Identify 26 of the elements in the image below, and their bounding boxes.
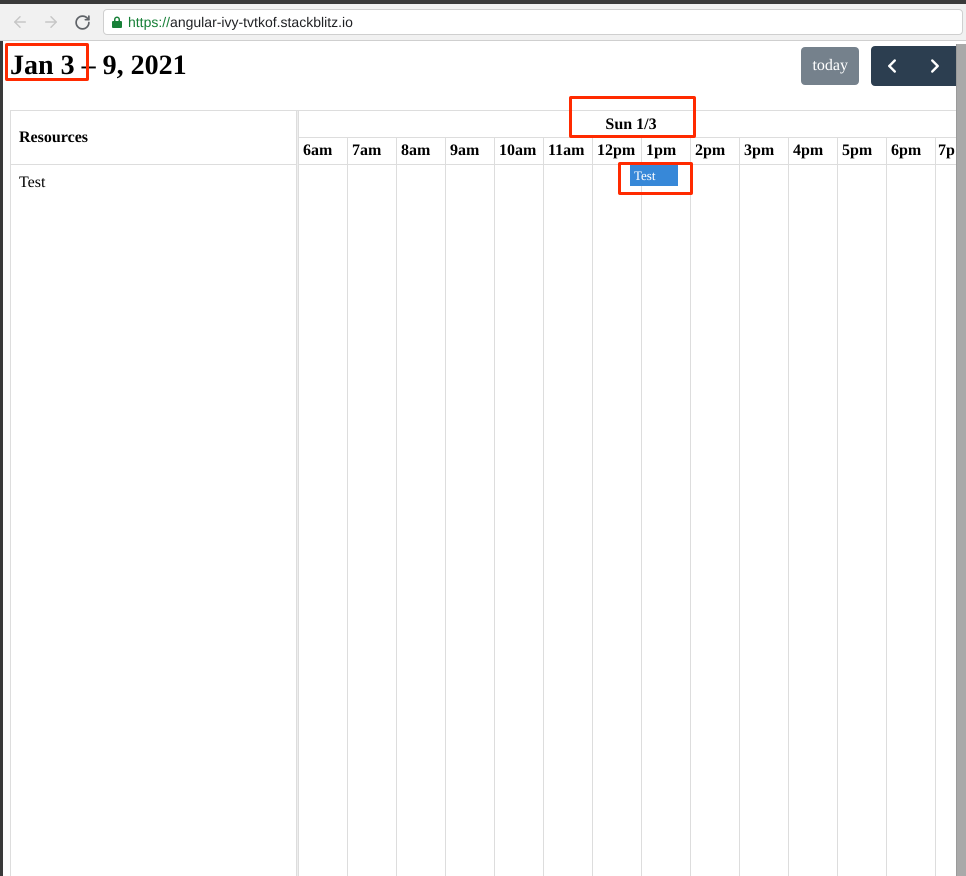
time-slot-header: 7p bbox=[937, 141, 956, 161]
time-slot-header: 4pm bbox=[789, 138, 838, 164]
time-slot-header: 8am bbox=[397, 138, 446, 164]
arrow-right-icon bbox=[42, 13, 60, 31]
column-header: Resources bbox=[19, 128, 88, 147]
url-text: https://angular-ivy-tvtkof.stackblitz.io bbox=[128, 14, 353, 30]
time-slot-header: 11am bbox=[544, 138, 593, 164]
lock-icon bbox=[112, 16, 122, 28]
address-field[interactable]: https://angular-ivy-tvtkof.stackblitz.io bbox=[103, 9, 963, 35]
time-slot-header: 9am bbox=[446, 138, 495, 164]
day-header: Sun 1/3 bbox=[605, 114, 657, 134]
next-button[interactable] bbox=[914, 46, 956, 86]
time-slot-header: 6pm bbox=[887, 138, 936, 164]
time-slot-header: 6am bbox=[299, 138, 348, 164]
reload-icon bbox=[74, 14, 90, 30]
calendar-event[interactable]: Test bbox=[630, 165, 678, 186]
time-slot-header: 5pm bbox=[838, 138, 887, 164]
prev-button[interactable] bbox=[871, 46, 914, 86]
time-slot-header: 3pm bbox=[740, 138, 789, 164]
time-slot-header: 12pm bbox=[593, 138, 642, 164]
time-slot-header: 7am bbox=[348, 138, 397, 164]
time-slot-header: 10am bbox=[495, 138, 544, 164]
scrollbar[interactable] bbox=[956, 44, 966, 876]
time-slot-header: 2pm bbox=[691, 138, 740, 164]
resource-name: Test bbox=[19, 174, 46, 191]
time-slot-header: 1pm bbox=[642, 138, 691, 164]
